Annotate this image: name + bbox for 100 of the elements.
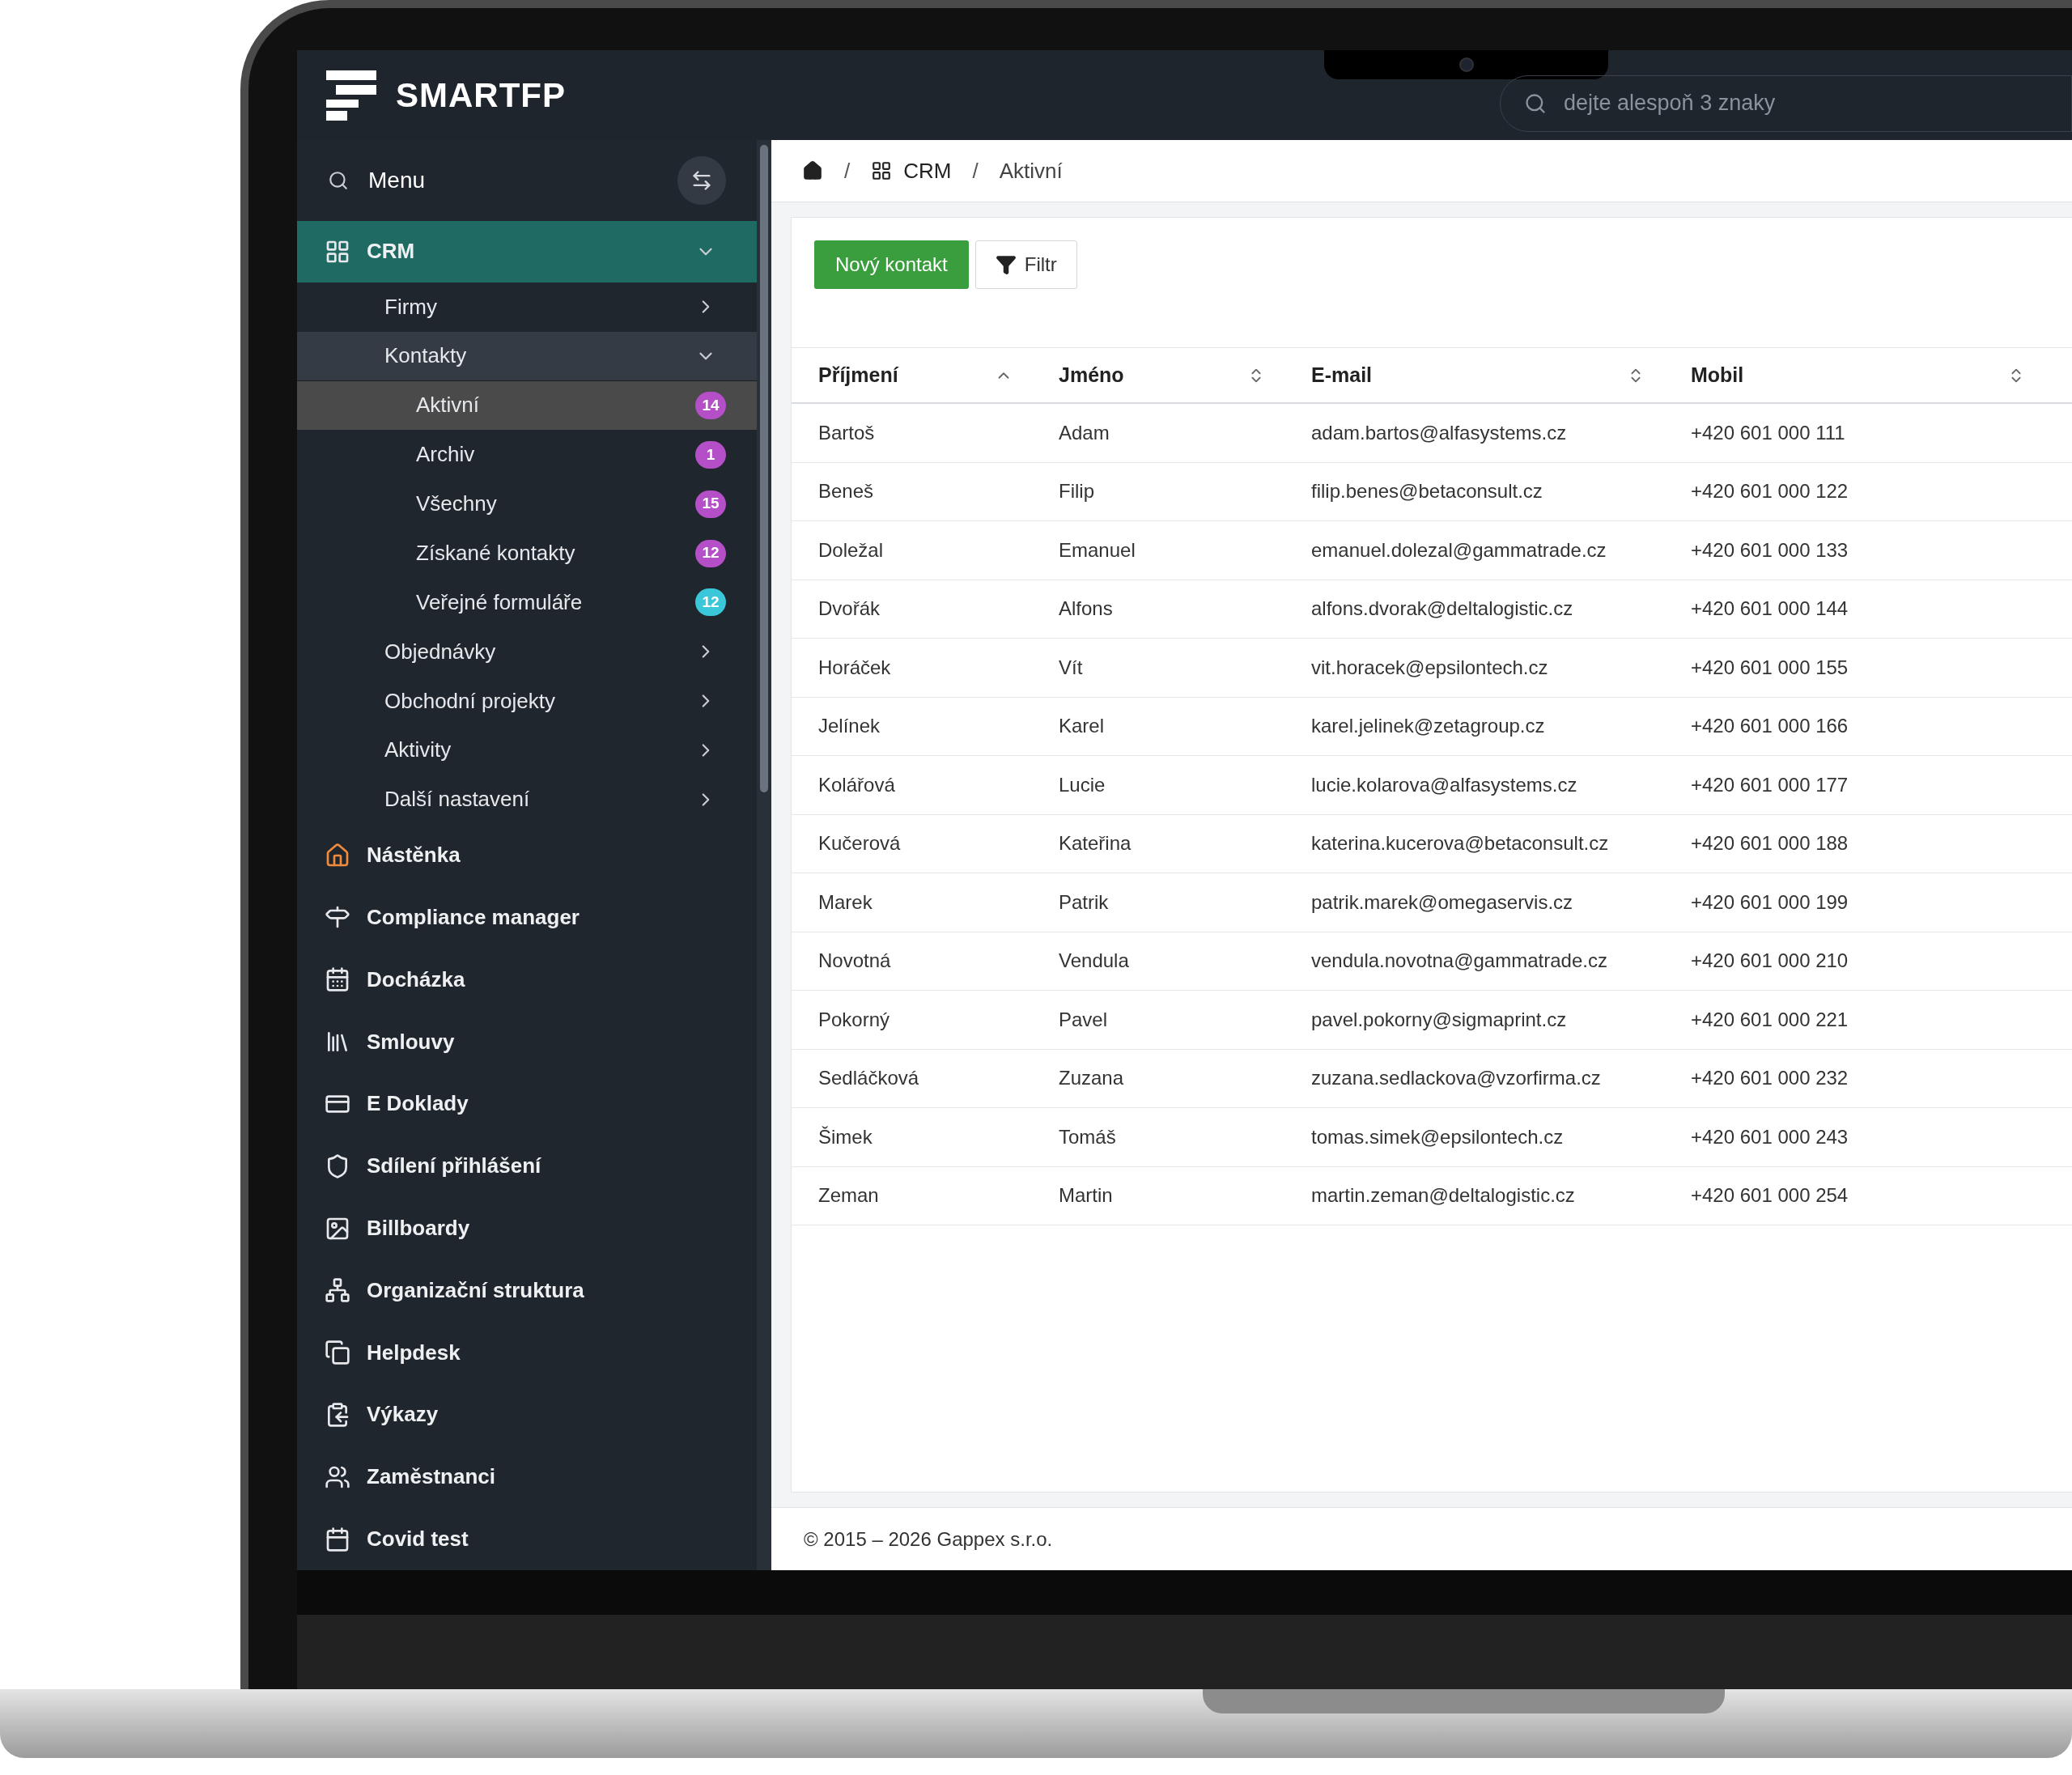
count-badge: 12	[695, 539, 726, 567]
menu-search-label[interactable]: Menu	[368, 163, 658, 197]
table-cell-text: lucie.kolarova@alfasystems.cz	[1310, 772, 1578, 797]
sidebar-item[interactable]: Získané kontakty 12	[297, 529, 757, 578]
sidebar-item[interactable]: Veřejné formuláře 12	[297, 577, 757, 627]
sidebar-item[interactable]: Výkazy	[297, 1383, 757, 1446]
filter-button[interactable]: Filtr	[974, 240, 1077, 289]
table-cell-text: pavel.pokorny@sigmaprint.cz	[1310, 1007, 1568, 1032]
column-header[interactable]: Jméno	[1032, 348, 1284, 402]
table-cell-text: vendula.novotna@gammatrade.cz	[1310, 949, 1608, 974]
table-cell-text: Vendula	[1058, 949, 1130, 974]
sidebar-item[interactable]: Aktivity	[297, 725, 757, 775]
table-cell-text: filip.benes@betaconsult.cz	[1310, 479, 1543, 504]
table-cell-text: Dvořák	[817, 597, 881, 622]
logo-text: SMARTFP	[396, 75, 566, 116]
filter-icon	[995, 254, 1017, 275]
column-header[interactable]: E-mail	[1284, 348, 1664, 402]
table-cell-text: Kučerová	[817, 831, 902, 856]
scrollbar-thumb[interactable]	[760, 145, 768, 792]
table-cell-text: Kolářová	[817, 772, 896, 797]
table-cell-text: +420 601 000 155	[1690, 655, 1849, 680]
table-cell-text: Karel	[1058, 714, 1106, 739]
sidebar-item[interactable]: Aktivní 14	[297, 380, 757, 431]
table-cell-text: Vít	[1058, 655, 1084, 680]
table-cell-text: karel.jelinek@zetagroup.cz	[1310, 714, 1546, 739]
home-icon[interactable]	[802, 160, 823, 181]
column-header[interactable]: Příjmení	[792, 348, 1032, 402]
table-cell-text: Doležal	[817, 537, 885, 563]
hierarchy-icon	[325, 1277, 350, 1304]
sidebar-item[interactable]: Compliance manager	[297, 886, 757, 949]
table-cell-text: Alfons	[1058, 597, 1114, 622]
sidebar-item[interactable]: Objednávky	[297, 626, 757, 677]
search-icon	[1524, 91, 1547, 115]
home-icon	[325, 842, 350, 868]
count-badge: 12	[695, 588, 726, 617]
table-cell-text: Zeman	[817, 1183, 880, 1208]
count-badge: 14	[695, 391, 726, 419]
breadcrumb-separator: /	[972, 157, 979, 185]
table-cell-text: patrik.marek@omegaservis.cz	[1310, 890, 1574, 915]
table-cell-text: +420 601 000 243	[1690, 1124, 1849, 1149]
sidebar-item[interactable]: Archiv 1	[297, 430, 757, 480]
search-icon	[328, 170, 349, 191]
sidebar-item[interactable]: Všechny 15	[297, 479, 757, 529]
count-badge: 15	[695, 490, 726, 518]
footer-copyright: © 2015 – 2026 Gappex s.r.o.	[804, 1527, 1053, 1552]
table-cell-text: Sedláčková	[817, 1066, 920, 1091]
sidebar-item[interactable]: Helpdesk	[297, 1321, 757, 1384]
breadcrumb-separator: /	[844, 157, 851, 185]
search-field[interactable]: dejte alespoň 3 znaky	[1500, 74, 2072, 132]
breadcrumb-current: Aktivní	[999, 157, 1063, 185]
table-cell-text: Šimek	[817, 1124, 873, 1149]
table-cell-text: Filip	[1058, 479, 1095, 504]
calendar-icon	[325, 1526, 350, 1552]
table-cell-text: Novotná	[817, 949, 892, 974]
breadcrumb-link[interactable]: CRM	[871, 155, 952, 187]
sidebar-item[interactable]: Billboardy	[297, 1197, 757, 1259]
table-cell-text: zuzana.sedlackova@vzorfirma.cz	[1310, 1066, 1602, 1091]
table-cell-text: +420 601 000 254	[1690, 1183, 1849, 1208]
table-cell-text: Tomáš	[1058, 1124, 1117, 1149]
sidebar-item[interactable]: Zaměstnanci	[297, 1446, 757, 1509]
table-cell-text: +420 601 000 221	[1690, 1007, 1849, 1032]
table-cell-text: +420 601 000 177	[1690, 772, 1849, 797]
count-badge: 1	[695, 440, 726, 469]
table-cell-text: Pokorný	[817, 1007, 891, 1032]
table-cell-text: +420 601 000 111	[1690, 420, 1846, 445]
table-cell-text: +420 601 000 166	[1690, 714, 1849, 739]
sidebar-item[interactable]: Firmy	[297, 282, 757, 332]
table-cell-text: Adam	[1058, 420, 1110, 445]
table-cell-text: Martin	[1058, 1183, 1114, 1208]
table-cell-text: Marek	[817, 890, 873, 915]
sidebar-item[interactable]: CRM	[297, 221, 757, 282]
sidebar-item[interactable]: Obchodní projekty	[297, 676, 757, 726]
table-cell-text: +420 601 000 188	[1690, 831, 1849, 856]
table-cell-text: Zuzana	[1058, 1066, 1125, 1091]
grid-icon	[871, 160, 893, 181]
table-cell-text: Jelínek	[817, 714, 881, 739]
sidebar-item[interactable]: Covid test	[297, 1508, 757, 1570]
table-cell-text: Kateřina	[1058, 831, 1132, 856]
sidebar-item[interactable]: Další nastavení	[297, 775, 757, 825]
sidebar-item[interactable]: Docházka	[297, 948, 757, 1011]
table-cell-text: alfons.dvorak@deltalogistic.cz	[1310, 597, 1574, 622]
table-cell-text: +420 601 000 199	[1690, 890, 1849, 915]
table-cell-text: +420 601 000 122	[1690, 479, 1849, 504]
table-cell-text: Beneš	[817, 479, 875, 504]
table-cell-text: vit.horacek@epsilontech.cz	[1310, 655, 1549, 680]
table-cell-text: tomas.simek@epsilontech.cz	[1310, 1124, 1565, 1149]
sidebar-item[interactable]: E Doklady	[297, 1072, 757, 1136]
sidebar-item[interactable]: Organizační struktura	[297, 1259, 757, 1322]
column-header[interactable]: Mobil	[1664, 348, 2044, 402]
table-cell-text: adam.bartos@alfasystems.cz	[1310, 420, 1568, 445]
table-cell-text: Patrik	[1058, 890, 1110, 915]
sidebar-item[interactable]: Smlouvy	[297, 1010, 757, 1073]
table-cell-text: Bartoš	[817, 420, 876, 445]
camera-icon	[1458, 57, 1474, 72]
sidebar-item[interactable]: Sdílení přihlášení	[297, 1135, 757, 1198]
sidebar-item[interactable]: Kontakty	[297, 331, 757, 381]
table-cell-text: Lucie	[1058, 772, 1106, 797]
table-cell-text: martin.zeman@deltalogistic.cz	[1310, 1183, 1576, 1208]
table-cell-text: Emanuel	[1058, 537, 1136, 563]
sidebar-item[interactable]: Nástěnka	[297, 824, 757, 887]
